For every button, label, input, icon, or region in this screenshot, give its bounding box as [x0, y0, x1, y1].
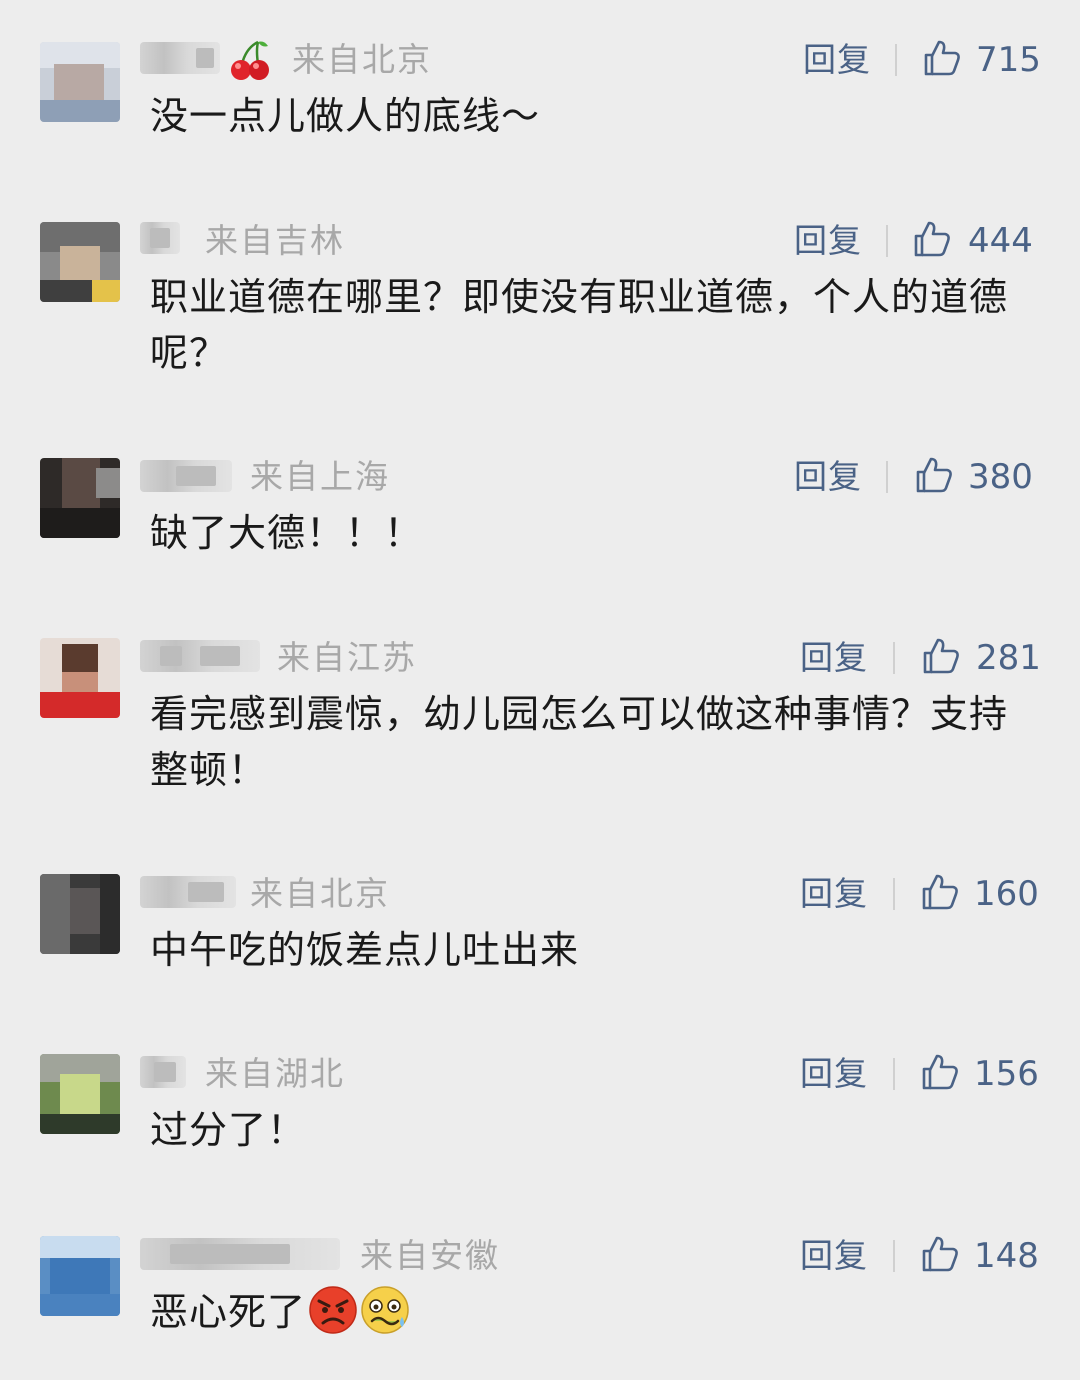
location-label: 来自北京: [250, 874, 390, 913]
comment-text: 中午吃的饭差点儿吐出来: [150, 928, 580, 972]
location-label: 来自湖北: [205, 1054, 345, 1093]
comment-text: 缺了大德！！！: [150, 511, 424, 555]
divider: [893, 1240, 895, 1272]
reply-button[interactable]: 回复: [803, 40, 871, 80]
reply-button[interactable]: 回复: [794, 457, 862, 497]
avatar[interactable]: [40, 1236, 120, 1316]
comment-text: 恶心死了: [150, 1290, 307, 1334]
comment-text-line: 恶心死了: [150, 1284, 1030, 1340]
thumbs-up-icon[interactable]: [922, 38, 962, 78]
comment-text: 看完感到震惊，幼儿园怎么可以做这种事情？支持整顿！: [150, 692, 1009, 792]
thumbs-up-icon[interactable]: [920, 872, 960, 912]
avatar[interactable]: [40, 458, 120, 538]
angry-face-emoji: [309, 1286, 357, 1334]
username-blurred[interactable]: [140, 222, 180, 254]
reply-button[interactable]: 回复: [794, 221, 862, 261]
reply-button[interactable]: 回复: [800, 638, 868, 678]
username-blurred[interactable]: [140, 640, 260, 672]
like-count: 160: [974, 874, 1039, 914]
divider: [893, 1058, 895, 1090]
location-label: 来自安徽: [360, 1236, 500, 1275]
divider: [895, 44, 897, 76]
avatar[interactable]: [40, 874, 120, 954]
thumbs-up-icon[interactable]: [912, 219, 952, 259]
username-blurred[interactable]: [140, 1238, 340, 1270]
comment-text: 过分了！: [150, 1108, 307, 1152]
like-count: 715: [976, 40, 1041, 80]
like-count: 156: [974, 1054, 1039, 1094]
like-count: 444: [968, 221, 1033, 261]
cherry-icon: [231, 40, 269, 80]
divider: [893, 642, 895, 674]
thumbs-up-icon[interactable]: [914, 455, 954, 495]
reply-button[interactable]: 回复: [800, 874, 868, 914]
like-count: 380: [968, 457, 1033, 497]
comment-text: 没一点儿做人的底线～: [150, 94, 541, 138]
avatar[interactable]: [40, 638, 120, 718]
reply-button[interactable]: 回复: [800, 1236, 868, 1276]
username-blurred[interactable]: [140, 42, 220, 74]
like-count: 148: [974, 1236, 1039, 1276]
username-blurred[interactable]: [140, 876, 236, 908]
thumbs-up-icon[interactable]: [920, 1234, 960, 1274]
avatar[interactable]: [40, 1054, 120, 1134]
location-label: 来自北京: [292, 40, 432, 79]
thumbs-up-icon[interactable]: [921, 636, 961, 676]
like-count: 281: [976, 638, 1041, 678]
divider: [886, 225, 888, 257]
username-blurred[interactable]: [140, 460, 232, 492]
username-blurred[interactable]: [140, 1056, 186, 1088]
divider: [893, 878, 895, 910]
comment-text: 职业道德在哪里？即使没有职业道德，个人的道德呢？: [150, 275, 1009, 375]
location-label: 来自吉林: [205, 221, 345, 260]
avatar[interactable]: [40, 222, 120, 302]
thumbs-up-icon[interactable]: [920, 1052, 960, 1092]
avatar[interactable]: [40, 42, 120, 122]
location-label: 来自江苏: [277, 638, 417, 677]
divider: [886, 461, 888, 493]
reply-button[interactable]: 回复: [800, 1054, 868, 1094]
location-label: 来自上海: [250, 457, 390, 496]
nauseated-face-emoji: [361, 1286, 409, 1334]
